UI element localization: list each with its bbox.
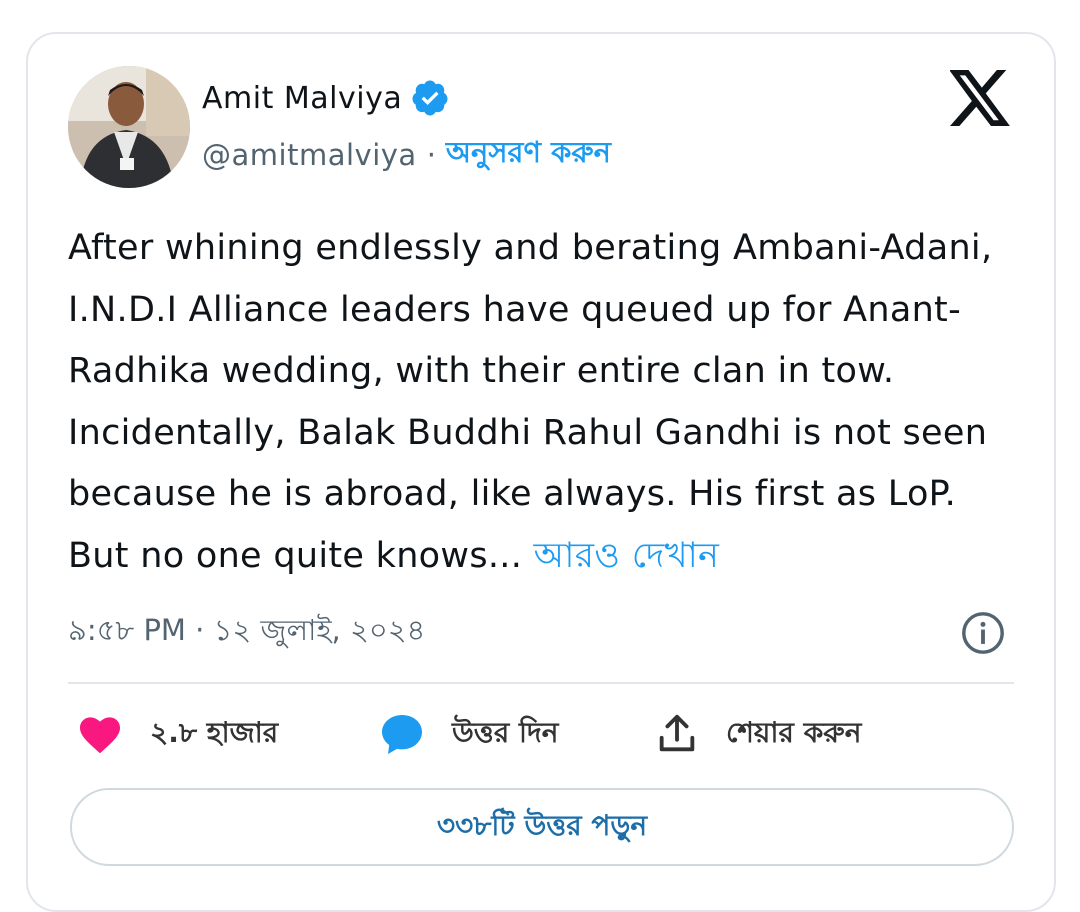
separator-dot: ·: [426, 137, 436, 172]
avatar[interactable]: [68, 66, 190, 188]
action-bar: ২.৮ হাজার উত্তর দিন শেয়ার করুন: [68, 708, 1014, 760]
read-replies-label: ৩৩৮টি উত্তর পড়ুন: [436, 808, 648, 842]
author-handle[interactable]: @amitmalviya: [202, 138, 417, 172]
show-more-link[interactable]: আরও দেখান: [534, 536, 720, 576]
read-replies-button[interactable]: ৩৩৮টি উত্তর পড়ুন: [70, 788, 1014, 866]
tweet-body: After whining endlessly and berating Amb…: [68, 228, 993, 576]
share-label: শেয়ার করুন: [726, 715, 862, 749]
follow-button[interactable]: অনুসরণ করুন: [446, 130, 611, 179]
reply-button[interactable]: উত্তর দিন: [378, 708, 558, 760]
like-button[interactable]: ২.৮ হাজার: [76, 708, 278, 760]
divider: [68, 682, 1014, 684]
info-icon[interactable]: [960, 610, 1006, 656]
reply-bubble-icon: [382, 715, 422, 754]
like-count: ২.৮ হাজার: [150, 715, 279, 749]
x-logo-icon[interactable]: [950, 70, 1012, 126]
tweet-text: After whining endlessly and berating Amb…: [68, 218, 1018, 588]
share-button[interactable]: শেয়ার করুন: [654, 708, 861, 760]
share-icon: [659, 714, 695, 752]
reply-label: উত্তর দিন: [452, 715, 559, 749]
author-name[interactable]: Amit Malviya: [202, 81, 402, 116]
verified-badge-icon: [412, 80, 448, 116]
tweet-timestamp[interactable]: ৯:৫৮ PM · ১২ জুলাই, ২০২৪: [68, 608, 425, 657]
heart-icon: [80, 717, 120, 754]
